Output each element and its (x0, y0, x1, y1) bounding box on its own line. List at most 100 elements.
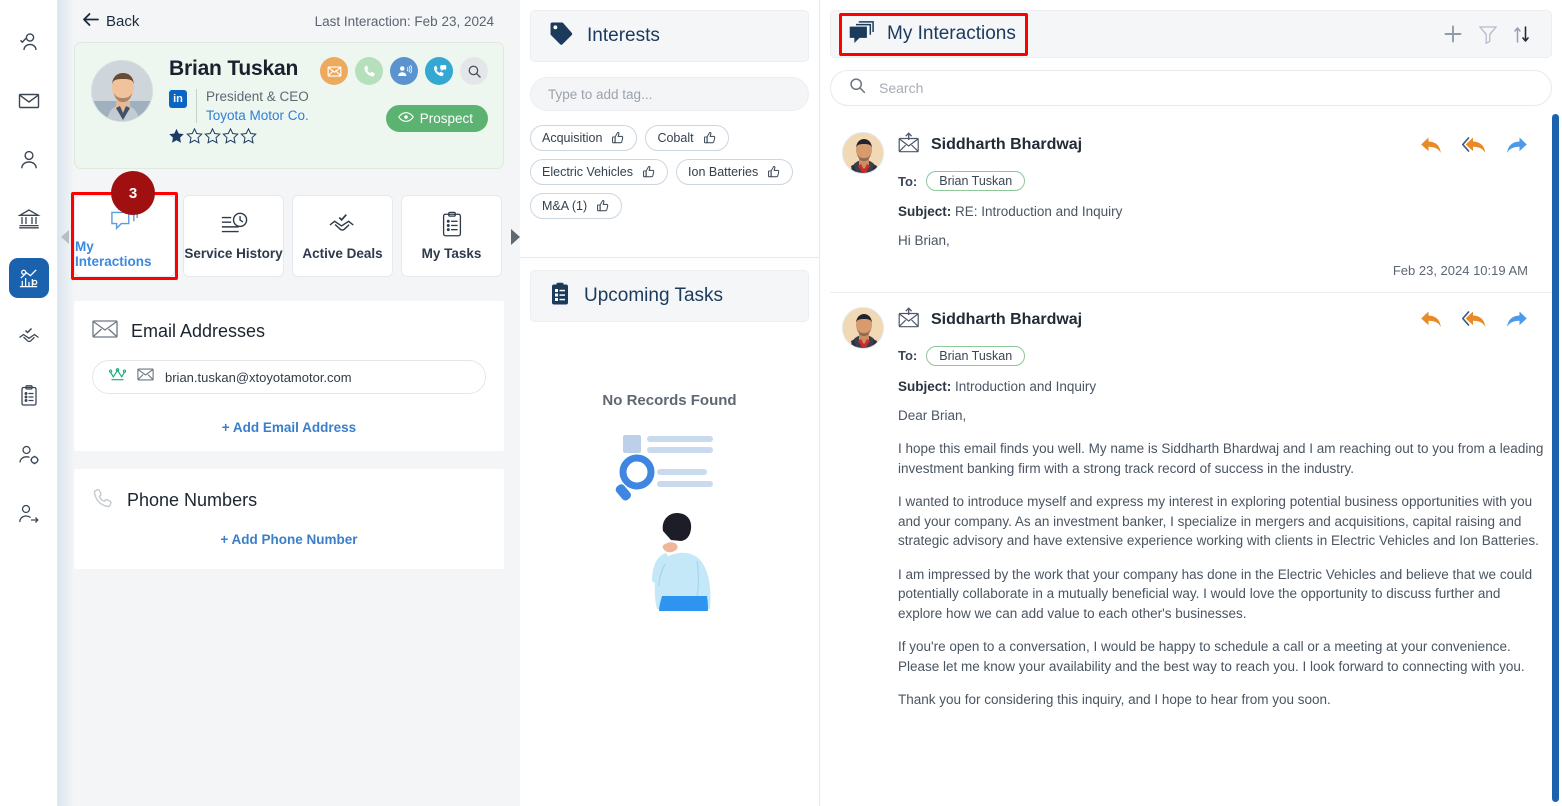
sidebar-item-insights[interactable] (8, 258, 49, 298)
message-paragraph: Hi Brian, (898, 233, 950, 248)
message-paragraph: I wanted to introduce myself and express… (898, 494, 1539, 548)
meeting-action-icon[interactable] (390, 57, 418, 85)
star-empty-icon[interactable] (222, 128, 239, 144)
filter-icon[interactable] (1479, 25, 1497, 44)
thumbs-up-icon[interactable] (767, 165, 781, 179)
interest-tag[interactable]: Ion Batteries (676, 159, 794, 185)
email-value: brian.tuskan@xtoyotamotor.com (165, 369, 352, 385)
outgoing-mail-icon (898, 306, 920, 333)
forward-icon[interactable] (1506, 136, 1528, 155)
back-button[interactable]: Back (74, 6, 152, 36)
sidebar-item-share[interactable] (9, 494, 49, 534)
thumbs-up-icon[interactable] (596, 199, 610, 213)
interest-tag[interactable]: M&A (1) (530, 193, 623, 219)
tab-my-tasks[interactable]: My Tasks (401, 195, 502, 277)
search-icon (849, 77, 866, 99)
status-badge[interactable]: Prospect (385, 105, 488, 132)
reply-all-icon[interactable] (1462, 310, 1486, 329)
reply-all-icon[interactable] (1462, 136, 1486, 155)
sidebar-item-user-settings[interactable] (9, 435, 49, 475)
sidebar-item-deals[interactable] (9, 317, 49, 357)
message-subject: Introduction and Inquiry (955, 378, 1097, 394)
sidebar-item-accounts[interactable] (9, 199, 49, 239)
tab-label: My Tasks (421, 246, 482, 261)
message-reply-actions (1420, 136, 1546, 155)
star-filled-icon[interactable] (168, 128, 185, 144)
interactions-title-box[interactable]: My Interactions (839, 12, 1028, 56)
message-paragraph: Thank you for considering this inquiry, … (898, 692, 1331, 707)
divider (196, 89, 197, 123)
thumbs-up-icon[interactable] (703, 131, 717, 145)
contact-profile-card: Brian Tuskan in President & CEO Toyota M… (74, 42, 504, 169)
handshake-check-icon (17, 325, 41, 349)
eye-icon (397, 111, 414, 126)
search-action-icon[interactable] (460, 57, 488, 85)
tag-label: Electric Vehicles (542, 165, 634, 179)
email-row[interactable]: brian.tuskan@xtoyotamotor.com (92, 360, 486, 394)
interest-tag[interactable]: Cobalt (645, 125, 729, 151)
tab-label: My Interactions (75, 238, 152, 269)
contact-company[interactable]: Toyota Motor Co. (206, 106, 309, 125)
add-phone-number-button[interactable]: + Add Phone Number (92, 532, 486, 547)
service-history-icon (219, 211, 249, 239)
search-input[interactable]: Search (830, 70, 1552, 106)
forward-icon[interactable] (1506, 310, 1528, 329)
add-icon[interactable] (1443, 24, 1463, 44)
linkedin-icon[interactable]: in (169, 90, 187, 108)
outgoing-mail-icon (898, 132, 920, 158)
empty-state-label: No Records Found (602, 392, 737, 409)
message-to-recipient[interactable]: Brian Tuskan (926, 345, 1026, 366)
contact-tabs-wrapper: 3 My Interactions Service History Active… (61, 171, 520, 280)
message-body: Dear Brian, I hope this email finds you … (898, 406, 1546, 710)
mail-icon (92, 319, 118, 344)
star-empty-icon[interactable] (240, 128, 257, 144)
interactions-scrollbar[interactable] (1552, 114, 1559, 802)
tab-label: Service History (184, 246, 283, 261)
sidebar-item-contacts[interactable] (9, 22, 49, 62)
thumbs-up-icon[interactable] (611, 131, 625, 145)
message-to-recipient[interactable]: Brian Tuskan (926, 171, 1026, 191)
call-log-action-icon[interactable] (425, 57, 453, 85)
clipboard-list-icon (17, 384, 41, 408)
tag-label: M&A (1) (542, 199, 588, 213)
last-interaction-label: Last Interaction: Feb 23, 2024 (314, 13, 494, 29)
sidebar-item-mail[interactable] (9, 81, 49, 121)
no-records-illustration (605, 431, 735, 616)
mail-icon (17, 89, 41, 113)
tag-label: Acquisition (542, 131, 603, 145)
handshake-check-icon (328, 211, 358, 239)
sidebar-item-tasks[interactable] (9, 376, 49, 416)
phone-numbers-panel: Phone Numbers + Add Phone Number (74, 469, 504, 569)
message-paragraph: If you're open to a conversation, I woul… (898, 639, 1525, 674)
interaction-message[interactable]: Siddharth Bhardwaj To: Brian Tuskan Subj… (830, 293, 1552, 724)
status-label: Prospect (419, 111, 473, 126)
phone-icon (92, 487, 114, 514)
star-empty-icon[interactable] (186, 128, 203, 144)
add-email-address-button[interactable]: + Add Email Address (92, 420, 486, 435)
interest-tag[interactable]: Acquisition (530, 125, 638, 151)
add-tag-input[interactable]: Type to add tag... (530, 77, 809, 111)
search-placeholder: Search (879, 80, 924, 96)
star-empty-icon[interactable] (204, 128, 221, 144)
reply-icon[interactable] (1420, 310, 1442, 329)
email-addresses-panel: Email Addresses brian.tuskan@xtoyotamoto… (74, 301, 504, 451)
sort-icon[interactable] (1513, 25, 1531, 44)
email-action-icon[interactable] (320, 57, 348, 85)
avatar (842, 132, 884, 174)
phone-section-title: Phone Numbers (127, 490, 258, 510)
contact-title: President & CEO (206, 89, 309, 104)
tab-active-deals[interactable]: Active Deals (292, 195, 393, 277)
crown-icon (108, 367, 127, 387)
reply-icon[interactable] (1420, 136, 1442, 155)
tab-service-history[interactable]: Service History (183, 195, 284, 277)
phone-action-icon[interactable] (355, 57, 383, 85)
tabs-scroll-left-arrow[interactable] (58, 228, 72, 246)
message-paragraph: Dear Brian, (898, 407, 967, 423)
interaction-message[interactable]: Siddharth Bhardwaj To: Brian Tuskan Subj… (830, 118, 1552, 293)
interest-tag[interactable]: Electric Vehicles (530, 159, 669, 185)
sidebar-item-leads[interactable] (9, 140, 49, 180)
tag-icon (549, 21, 574, 51)
thumbs-up-icon[interactable] (642, 165, 656, 179)
message-paragraph: I am impressed by the work that your com… (898, 566, 1533, 621)
message-to-label: To: (898, 348, 918, 363)
